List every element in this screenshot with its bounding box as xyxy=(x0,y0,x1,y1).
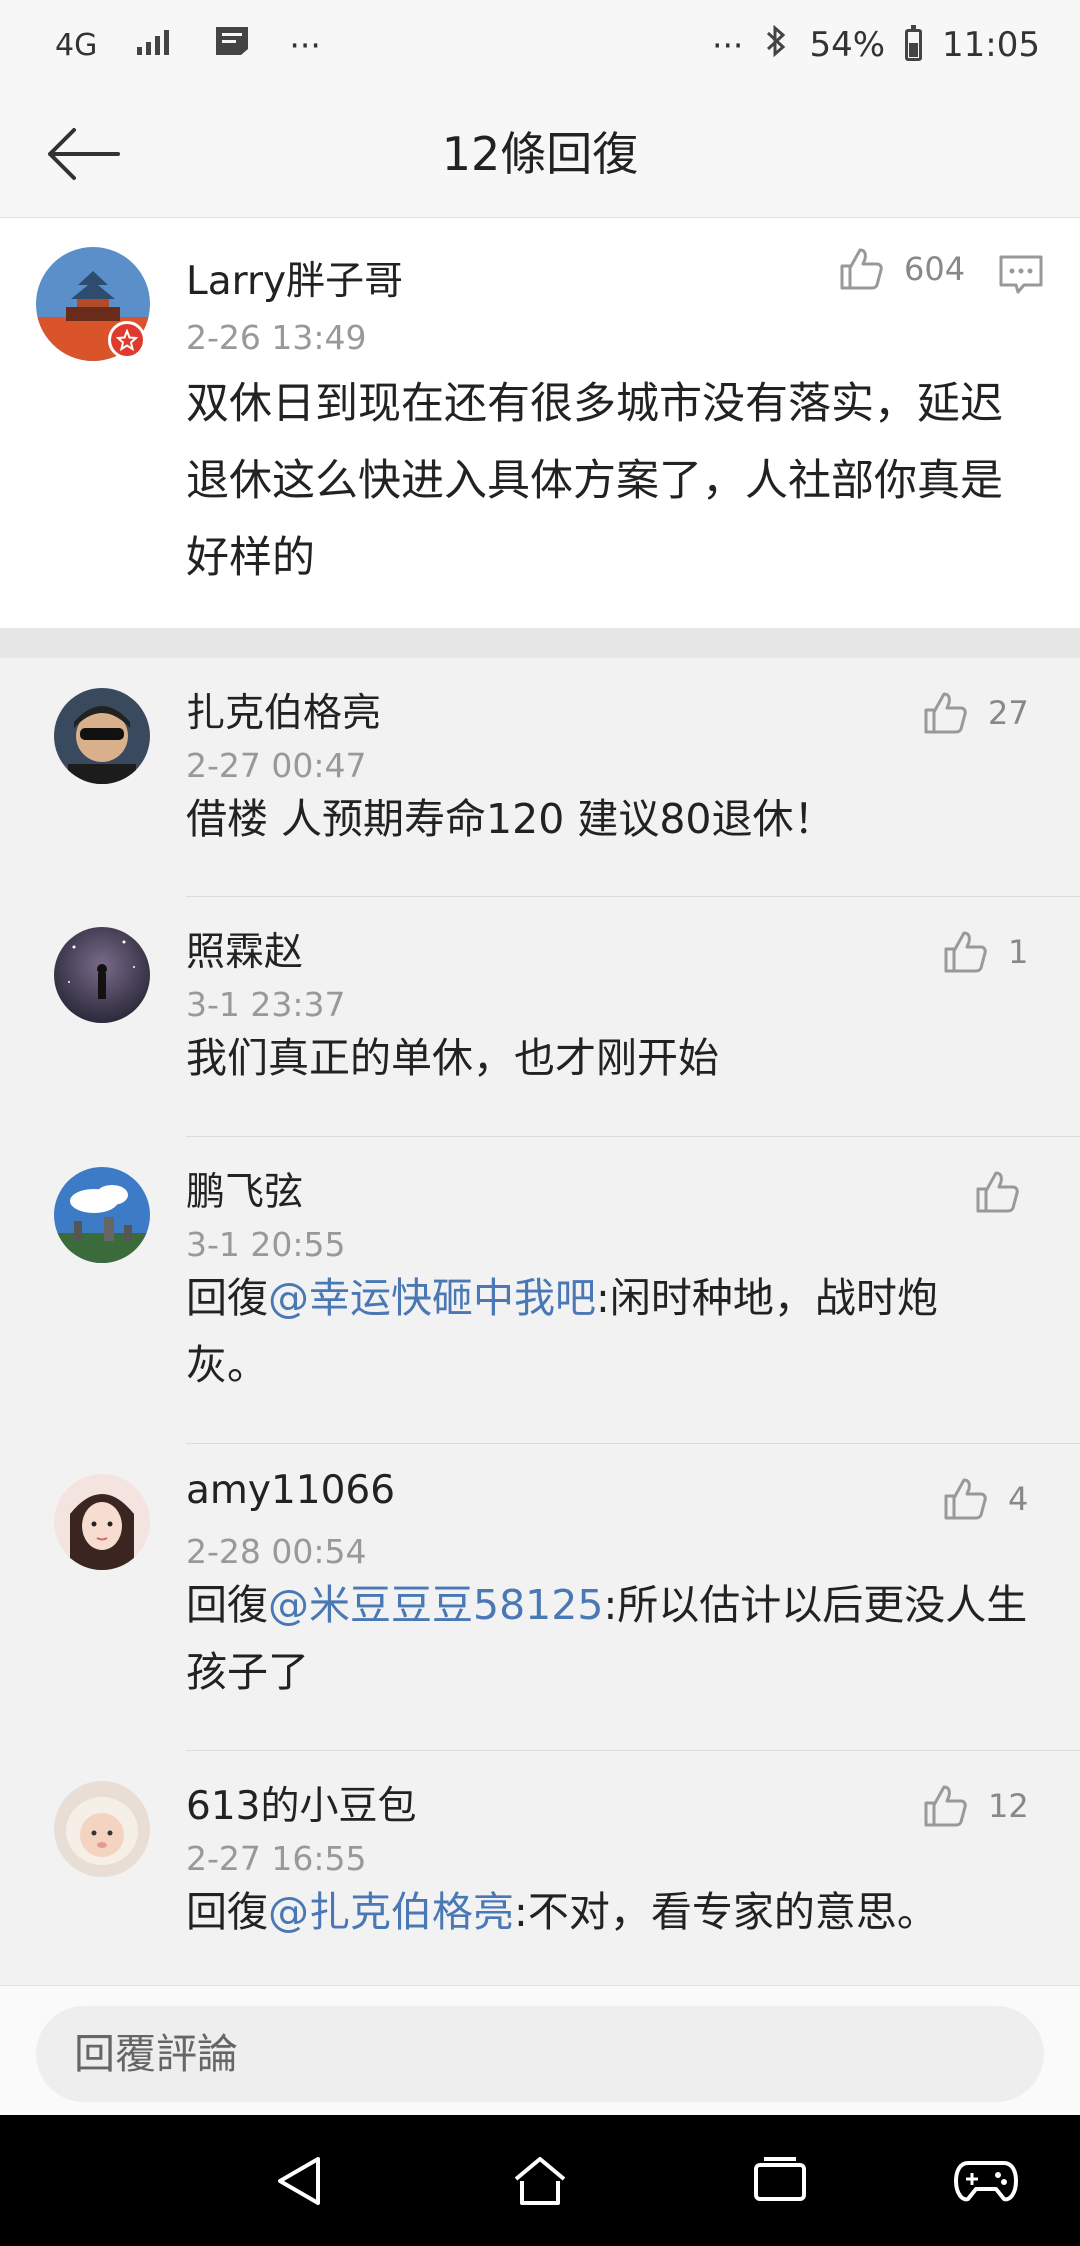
status-dots-left: ··· xyxy=(289,25,321,65)
reply-content: 回復@米豆豆豆58125:所以估计以后更没人生孩子了 xyxy=(186,1572,1036,1706)
battery-icon xyxy=(905,25,923,61)
avatar[interactable] xyxy=(54,1167,150,1263)
reply-item: 照霖赵 3-1 23:37 1 我们真正的单休，也才刚开始 xyxy=(0,897,1080,1137)
reply-author[interactable]: 扎克伯格亮 xyxy=(186,682,381,738)
like-count: 1 xyxy=(1008,933,1029,971)
comment-icon xyxy=(999,255,1043,294)
mention-link[interactable]: @幸运快砸中我吧 xyxy=(268,1274,596,1322)
nav-recents-icon xyxy=(754,2157,806,2201)
mention-link[interactable]: @扎克伯格亮 xyxy=(268,1888,514,1936)
reply-time: 2-27 16:55 xyxy=(186,1839,367,1878)
status-dots-right: ··· xyxy=(711,25,744,65)
mention-link[interactable]: @米豆豆豆58125 xyxy=(268,1581,603,1629)
back-arrow-icon xyxy=(48,128,120,180)
nav-home-icon xyxy=(514,2157,566,2205)
reply-time: 3-1 20:55 xyxy=(186,1225,346,1264)
comment-time: 2-26 13:49 xyxy=(186,318,367,357)
reply-prefix: 回復 xyxy=(186,1888,268,1936)
reply-item: amy11066 2-28 00:54 4 回復@米豆豆豆58125:所以估计以… xyxy=(0,1444,1080,1751)
avatar[interactable] xyxy=(54,1474,150,1570)
message-icon xyxy=(213,24,251,66)
comment-content: 双休日到现在还有很多城市没有落实，延迟退休这么快进入具体方案了，人社部你真是好样… xyxy=(186,379,1003,583)
like-button[interactable]: 1 xyxy=(942,929,1028,975)
reply-text: 借楼 人预期寿命120 建议80退休！ xyxy=(186,795,835,843)
thumbs-up-icon xyxy=(924,692,967,734)
status-bar: 4G ··· ··· 54% 11:05 xyxy=(0,0,1080,90)
like-button[interactable]: 27 xyxy=(922,690,1029,736)
comment-author[interactable]: Larry胖子哥 xyxy=(186,250,403,306)
nav-home-button[interactable] xyxy=(504,2145,576,2217)
nav-back-icon xyxy=(278,2157,320,2205)
game-button[interactable] xyxy=(950,2145,1022,2217)
like-button[interactable]: 604 xyxy=(838,246,965,292)
bluetooth-icon xyxy=(763,23,789,67)
like-button[interactable]: 4 xyxy=(942,1476,1028,1522)
star-icon xyxy=(116,329,138,351)
reply-content: 回復@扎克伯格亮:不对，看专家的意思。 xyxy=(186,1879,1036,1946)
reply-author[interactable]: 鹏飞弦 xyxy=(186,1161,303,1217)
reply-time: 2-28 00:54 xyxy=(186,1532,367,1571)
reply-prefix: 回復 xyxy=(186,1274,268,1322)
game-icon xyxy=(954,2161,1018,2202)
nav-back-button[interactable] xyxy=(264,2145,336,2217)
page-title: 12條回復 xyxy=(441,127,639,181)
like-button[interactable]: 12 xyxy=(922,1783,1029,1829)
thumbs-up-icon xyxy=(944,1478,987,1520)
thumbs-up-icon xyxy=(840,248,883,290)
like-count: 4 xyxy=(1008,1480,1029,1518)
section-divider xyxy=(0,628,1080,658)
reply-input-area: 回覆評論 xyxy=(0,1985,1080,2115)
reply-item: 扎克伯格亮 2-27 00:47 27 借楼 人预期寿命120 建议80退休！ xyxy=(0,658,1080,897)
reply-author[interactable]: amy11066 xyxy=(186,1468,395,1513)
reply-text: 我们真正的单休，也才刚开始 xyxy=(186,1034,719,1082)
reply-button[interactable] xyxy=(998,254,1044,300)
avatar[interactable] xyxy=(54,688,150,784)
verified-badge xyxy=(108,321,146,359)
avatar[interactable] xyxy=(54,1781,150,1877)
reply-text: :不对，看专家的意思。 xyxy=(514,1888,938,1936)
like-count: 604 xyxy=(904,250,966,288)
network-type: 4G xyxy=(55,27,98,63)
thumbs-up-icon xyxy=(944,931,987,973)
reply-time: 2-27 00:47 xyxy=(186,746,367,785)
thumbs-up-icon xyxy=(924,1785,967,1827)
back-button[interactable] xyxy=(40,118,124,190)
reply-time: 3-1 23:37 xyxy=(186,985,346,1024)
reply-prefix: 回復 xyxy=(186,1581,268,1629)
nav-bar: 12條回復 xyxy=(0,90,1080,218)
reply-content: 借楼 人预期寿命120 建议80退休！ xyxy=(186,786,1036,853)
like-count: 27 xyxy=(988,694,1029,732)
reply-input[interactable]: 回覆評論 xyxy=(36,2006,1044,2102)
battery-percent: 54% xyxy=(809,25,886,65)
reply-content: 回復@幸运快砸中我吧:闲时种地，战时炮灰。 xyxy=(186,1265,966,1399)
reply-author[interactable]: 照霖赵 xyxy=(186,921,303,977)
thumbs-up-icon xyxy=(976,1171,1019,1213)
like-button[interactable] xyxy=(974,1169,1020,1215)
avatar[interactable] xyxy=(54,927,150,1023)
reply-content: 我们真正的单休，也才刚开始 xyxy=(186,1025,1036,1092)
clock: 11:05 xyxy=(942,25,1040,65)
reply-item: 鹏飞弦 3-1 20:55 回復@幸运快砸中我吧:闲时种地，战时炮灰。 xyxy=(0,1137,1080,1444)
reply-author[interactable]: 613的小豆包 xyxy=(186,1775,416,1831)
like-count: 12 xyxy=(988,1787,1029,1825)
nav-recents-button[interactable] xyxy=(744,2145,816,2217)
main-comment: Larry胖子哥 2-26 13:49 604 双休日到现在还有很多城市没有落实… xyxy=(0,218,1080,628)
system-nav-bar xyxy=(0,2115,1080,2246)
reply-item: 613的小豆包 2-27 16:55 12 回復@扎克伯格亮:不对，看专家的意思… xyxy=(0,1751,1080,1985)
signal-icon xyxy=(135,26,175,65)
